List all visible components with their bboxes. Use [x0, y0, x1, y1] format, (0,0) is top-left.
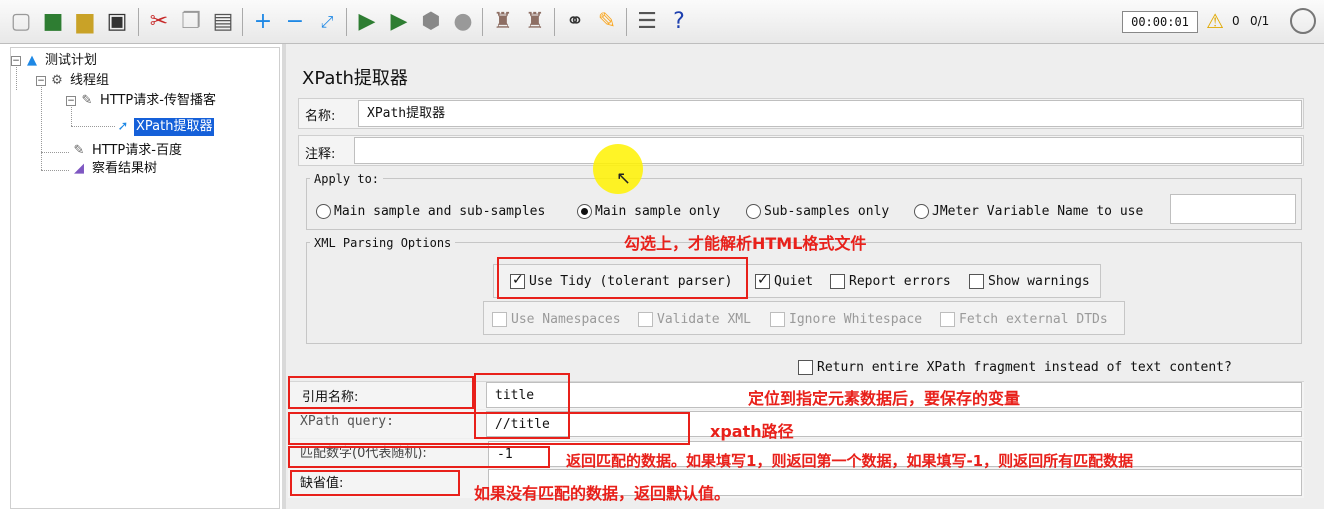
pipette-icon: ✎: [81, 93, 93, 108]
apply-to-legend: Apply to:: [310, 172, 384, 186]
checkbox-disabled-icon[interactable]: [770, 312, 785, 327]
active-threads: 0/1: [1250, 14, 1270, 28]
variable-name-field[interactable]: [1170, 194, 1296, 224]
pipette-icon: ✎: [73, 143, 85, 158]
start-icon[interactable]: ▶: [352, 7, 382, 37]
reference-label-highlight: [288, 376, 474, 409]
default-annotation: 如果没有匹配的数据，返回默认值。: [474, 484, 731, 503]
copy-icon[interactable]: ❐: [176, 7, 206, 37]
save-icon[interactable]: ▣: [102, 7, 132, 37]
collapse-toggle-icon[interactable]: −: [36, 76, 46, 86]
tree-node-xpath-extractor[interactable]: ➚ XPath提取器: [115, 118, 215, 136]
cut-icon[interactable]: ✂: [144, 7, 174, 37]
reference-annotation: 定位到指定元素数据后，要保存的变量: [748, 389, 1021, 408]
use-namespaces-checkbox[interactable]: Use Namespaces: [492, 312, 621, 327]
radio-icon[interactable]: [914, 204, 929, 219]
toolbar: ▢ ■ ▆ ▣ ✂ ❐ ▤ + − ⤢ ▶ ▶ ⬢ ● ♜ ♜ ⚭ ✎ ☰ ? …: [0, 0, 1324, 44]
templates-icon[interactable]: ■: [38, 7, 68, 37]
checkbox-checked-icon[interactable]: [755, 272, 770, 289]
ignore-whitespace-checkbox[interactable]: Ignore Whitespace: [770, 312, 922, 327]
name-field[interactable]: XPath提取器: [358, 100, 1302, 127]
toggle-icon[interactable]: ⤢: [312, 7, 342, 37]
warning-icon[interactable]: ⚠: [1206, 9, 1224, 33]
checkbox-disabled-icon[interactable]: [940, 312, 955, 327]
xpath-highlight-box: [288, 412, 690, 445]
tree-node-http-request-2[interactable]: ✎ HTTP请求-百度: [71, 142, 184, 160]
expand-icon[interactable]: +: [248, 7, 278, 37]
apply-main-only-radio[interactable]: Main sample only: [577, 204, 720, 219]
radio-selected-icon[interactable]: [577, 204, 592, 219]
apply-main-and-sub-radio[interactable]: Main sample and sub-samples: [316, 204, 545, 219]
apply-sub-only-radio[interactable]: Sub-samples only: [746, 204, 889, 219]
default-highlight-box: [290, 470, 460, 496]
stop-icon[interactable]: ⬢: [416, 7, 446, 37]
search-icon[interactable]: ⚭: [560, 7, 590, 37]
collapse-icon[interactable]: −: [280, 7, 310, 37]
match-highlight-box: [288, 446, 550, 468]
clear-all-icon[interactable]: ♜: [520, 7, 550, 37]
show-warnings-checkbox[interactable]: Show warnings: [969, 274, 1090, 289]
radio-icon[interactable]: [746, 204, 761, 219]
tree-node-view-results-tree[interactable]: ◢ 察看结果树: [71, 160, 159, 178]
open-icon[interactable]: ▆: [70, 7, 100, 37]
tidy-annotation: 勾选上，才能解析HTML格式文件: [624, 234, 867, 253]
return-fragment-checkbox[interactable]: Return entire XPath fragment instead of …: [798, 360, 1232, 375]
new-icon[interactable]: ▢: [6, 7, 36, 37]
match-annotation: 返回匹配的数据。如果填写1，则返回第一个数据，如果填写-1，则返回所有匹配数据: [566, 452, 1134, 470]
arrow-icon: ➚: [117, 119, 129, 134]
xml-parsing-legend: XML Parsing Options: [310, 236, 456, 250]
comments-label: 注释:: [305, 147, 336, 162]
fetch-external-dtds-checkbox[interactable]: Fetch external DTDs: [940, 312, 1108, 327]
tree-node-thread-group[interactable]: − ⚙ 线程组: [36, 72, 111, 90]
checkbox-disabled-icon[interactable]: [492, 312, 507, 327]
tree-node-test-plan[interactable]: − ▲ 测试计划: [11, 52, 99, 70]
start-no-pauses-icon[interactable]: ▶: [384, 7, 414, 37]
panel-title: XPath提取器: [302, 68, 408, 89]
checkbox-disabled-icon[interactable]: [638, 312, 653, 327]
remote-status-icon[interactable]: [1290, 8, 1316, 34]
warning-count: 0: [1232, 14, 1240, 28]
checkbox-icon[interactable]: [798, 360, 813, 375]
chart-icon: ◢: [74, 161, 84, 176]
checkbox-icon[interactable]: [969, 274, 984, 289]
name-label: 名称:: [305, 109, 336, 124]
checkbox-icon[interactable]: [830, 274, 845, 289]
collapse-toggle-icon[interactable]: −: [11, 56, 21, 66]
tree-node-http-request-1[interactable]: − ✎ HTTP请求-传智播客: [66, 92, 218, 110]
report-errors-checkbox[interactable]: Report errors: [830, 274, 951, 289]
test-plan-tree: − ▲ 测试计划 − ⚙ 线程组 − ✎ HTTP请求-传智播客 ➚ XPath…: [10, 47, 280, 509]
quiet-checkbox[interactable]: Quiet: [755, 272, 813, 289]
help-icon[interactable]: ?: [664, 7, 694, 37]
shutdown-icon[interactable]: ●: [448, 7, 478, 37]
collapse-toggle-icon[interactable]: −: [66, 96, 76, 106]
test-plan-icon: ▲: [27, 53, 37, 68]
mouse-cursor-icon: ↖: [616, 168, 632, 189]
apply-variable-radio[interactable]: JMeter Variable Name to use: [914, 204, 1143, 219]
radio-icon[interactable]: [316, 204, 331, 219]
reset-search-icon[interactable]: ✎: [592, 7, 622, 37]
elapsed-timer: 00:00:01: [1122, 11, 1198, 33]
tidy-highlight-box: [497, 257, 748, 299]
paste-icon[interactable]: ▤: [208, 7, 238, 37]
function-helper-icon[interactable]: ☰: [632, 7, 662, 37]
clear-icon[interactable]: ♜: [488, 7, 518, 37]
validate-xml-checkbox[interactable]: Validate XML: [638, 312, 751, 327]
xpath-annotation: xpath路径: [710, 422, 794, 441]
comments-field[interactable]: [354, 137, 1302, 164]
gear-icon: ⚙: [51, 73, 63, 88]
